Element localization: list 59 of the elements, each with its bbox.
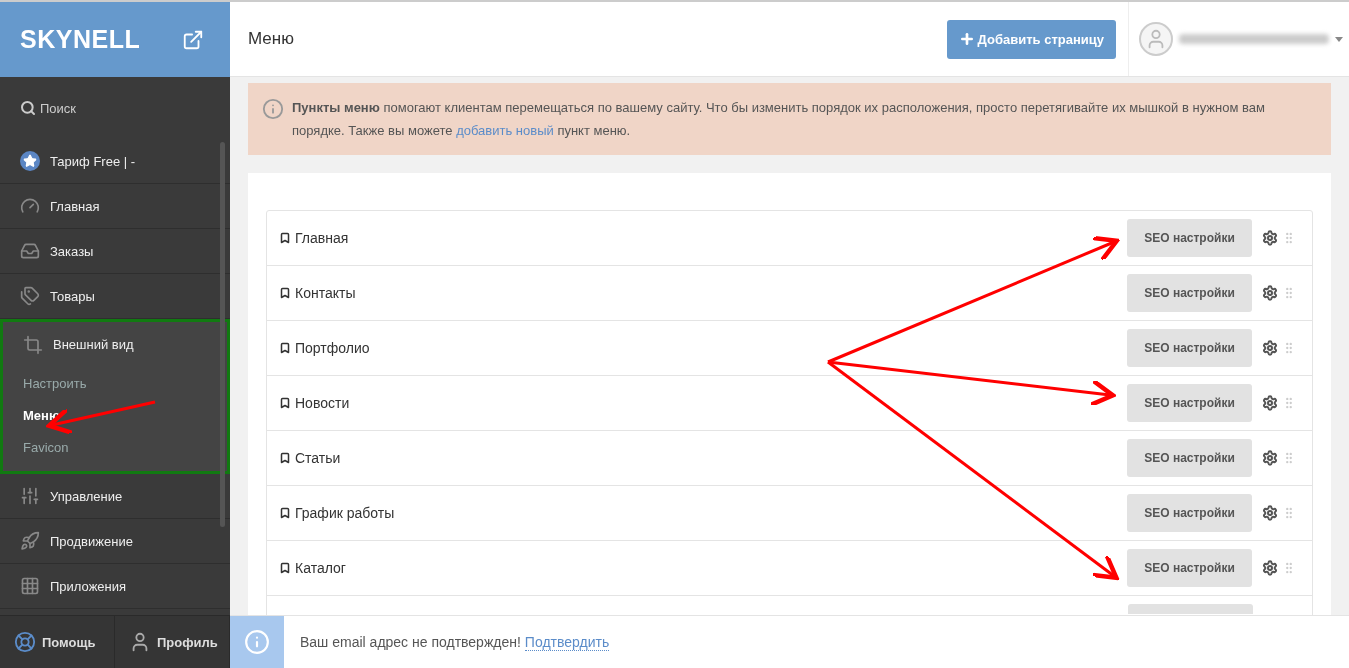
menu-row[interactable]: Главная SEO настройки <box>267 211 1312 266</box>
avatar[interactable] <box>1139 22 1173 56</box>
menu-row[interactable]: График работы SEO настройки <box>267 486 1312 541</box>
search-link[interactable]: Поиск <box>40 100 77 116</box>
dashboard-icon <box>20 196 40 216</box>
seo-settings-button[interactable]: SEO настройки <box>1127 494 1252 532</box>
seo-settings-button[interactable]: SEO настройки <box>1127 439 1252 477</box>
settings-icon <box>20 486 40 506</box>
orders-icon <box>20 241 40 261</box>
page-title: Меню <box>247 29 295 49</box>
menu-row[interactable]: Портфолио SEO настройки <box>267 321 1312 376</box>
search-icon[interactable] <box>20 100 36 116</box>
design-icon <box>23 334 43 355</box>
lifebuoy-icon <box>14 631 36 653</box>
seo-settings-button[interactable]: SEO настройки <box>1127 549 1252 587</box>
settings-icon[interactable] <box>1262 285 1278 301</box>
nav-subitem[interactable]: Настроить <box>3 367 227 399</box>
seo-settings-button[interactable]: SEO настройки <box>1127 274 1252 312</box>
settings-icon[interactable] <box>1262 395 1278 411</box>
external-link-icon[interactable] <box>182 28 204 51</box>
bookmark-icon <box>279 562 291 574</box>
seo-settings-button[interactable]: SEO настройки <box>1127 219 1252 257</box>
caret-icon[interactable] <box>1335 36 1343 42</box>
settings-icon[interactable] <box>1262 560 1278 576</box>
promo-icon <box>20 531 40 551</box>
settings-icon[interactable] <box>1262 340 1278 356</box>
bookmark-icon <box>279 342 291 354</box>
notice-text: Ваш email адрес не подтвержден! Подтвердить <box>300 634 610 650</box>
info-icon <box>262 98 284 120</box>
nav-subitem[interactable]: Favicon <box>3 431 227 463</box>
menu-row[interactable]: Новости SEO настройки <box>267 376 1312 431</box>
menu-item-label: Новости <box>295 395 351 411</box>
menu-row[interactable]: Каталог SEO настройки <box>267 541 1312 596</box>
products-icon <box>20 286 40 306</box>
settings-icon[interactable] <box>1262 505 1278 521</box>
seo-settings-button[interactable]: SEO настройки <box>1127 329 1252 367</box>
nav-item[interactable]: Внешний вид <box>3 322 227 367</box>
menu-item-label: Портфолио <box>295 340 371 356</box>
bookmark-icon <box>279 287 291 299</box>
bookmark-icon <box>279 452 291 464</box>
menu-row[interactable]: Контакты SEO настройки <box>267 266 1312 321</box>
settings-icon[interactable] <box>1262 450 1278 466</box>
bookmark-icon <box>279 232 291 244</box>
help-button[interactable]: Помощь <box>0 616 115 668</box>
bookmark-icon <box>279 507 291 519</box>
menu-item-label: Статьи <box>295 450 342 466</box>
menu-item-label: Каталог <box>295 560 347 576</box>
scrollbar[interactable] <box>220 142 225 527</box>
alert-text: Пункты меню помогают клиентам перемещаться по вашему сайту. Что бы изменить порядок их расположения, просто перетягивайте их мышкой в нужном вам порядке. Также вы можете добавить новый пункт меню. <box>292 100 1265 138</box>
settings-icon[interactable] <box>1262 230 1278 246</box>
apps-icon <box>20 576 40 596</box>
menu-item-label: Главная <box>295 230 350 246</box>
plus-icon <box>958 31 975 47</box>
menu-item-label: Контакты <box>295 285 357 301</box>
menu-item-label: График работы <box>295 505 396 521</box>
info-icon <box>244 629 270 655</box>
seo-settings-button[interactable]: SEO настройки <box>1127 384 1252 422</box>
bookmark-icon <box>279 397 291 409</box>
menu-row[interactable]: Статьи SEO настройки <box>267 431 1312 486</box>
